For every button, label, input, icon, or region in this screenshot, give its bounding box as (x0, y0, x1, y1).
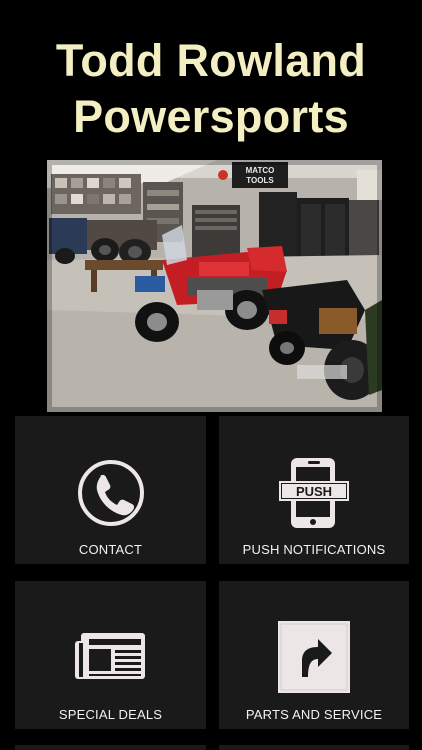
hero-image: MATCO TOOLS (47, 160, 382, 412)
contact-label: CONTACT (78, 542, 143, 557)
push-notification-icon: PUSH (277, 456, 351, 530)
hero-sign-text: MATCO (246, 166, 275, 175)
special-deals-label: SPECIAL DEALS (58, 707, 163, 722)
app-title: Todd Rowland Powersports (0, 33, 422, 145)
push-notifications-label: PUSH NOTIFICATIONS (242, 542, 386, 557)
parts-and-service-tile[interactable]: PARTS AND SERVICE (219, 581, 409, 729)
svg-text:TOOLS: TOOLS (246, 176, 274, 185)
app-title-line-2: Powersports (73, 91, 349, 142)
push-notifications-tile[interactable]: PUSH PUSH NOTIFICATIONS (219, 416, 409, 564)
app-title-line-1: Todd Rowland (55, 35, 367, 86)
parts-and-service-label: PARTS AND SERVICE (245, 707, 383, 722)
menu-tile-partial[interactable] (219, 745, 409, 750)
push-icon-text: PUSH (296, 484, 332, 499)
menu-tile-partial[interactable] (15, 745, 206, 750)
contact-tile[interactable]: CONTACT (15, 416, 206, 564)
shortcut-arrow-icon (278, 621, 350, 693)
special-deals-tile[interactable]: SPECIAL DEALS (15, 581, 206, 729)
phone-icon (76, 458, 146, 528)
newspaper-icon (73, 631, 147, 683)
